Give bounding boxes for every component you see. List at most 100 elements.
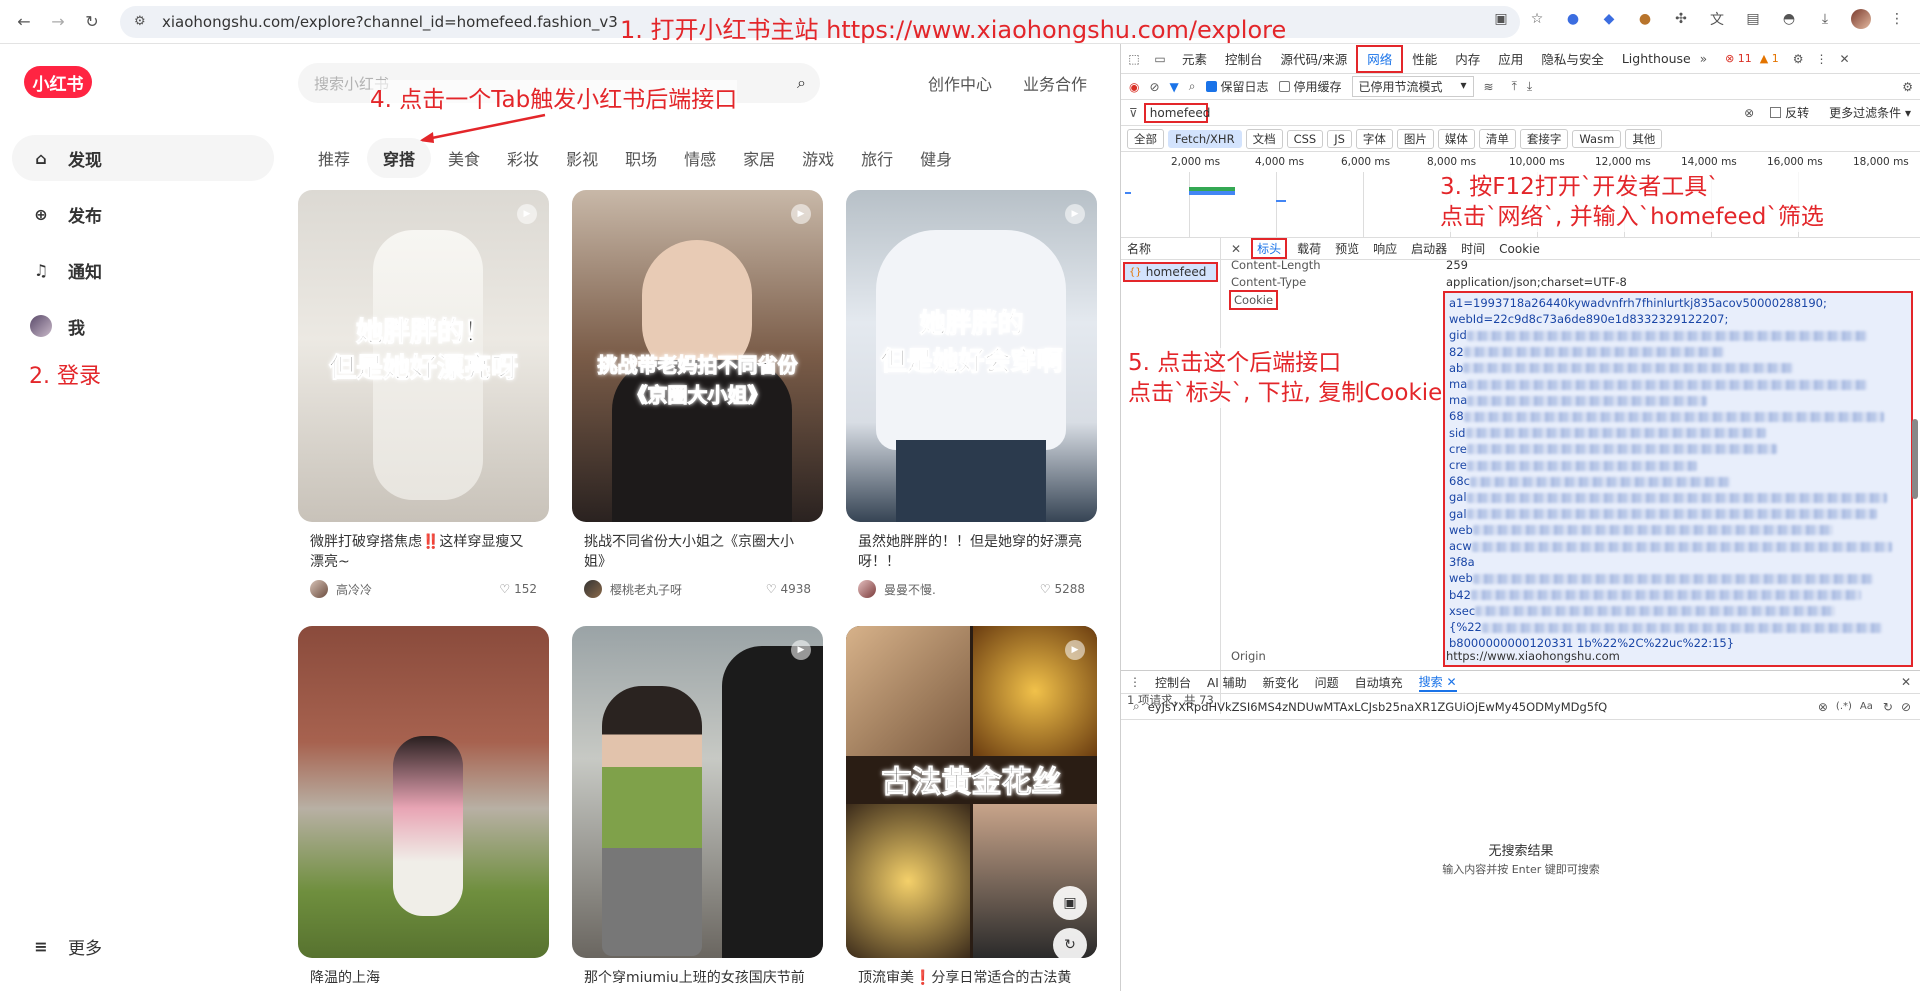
note-card[interactable]: 降温的上海 [298,626,549,1008]
tab-preview[interactable]: 预览 [1335,240,1359,257]
search-icon[interactable]: ⌕ [797,73,806,93]
device-toolbar-icon[interactable]: ▭ [1147,52,1173,66]
note-cover-image[interactable]: ▶ 她胖胖的 但是她好会穿啊 [846,190,1097,522]
filter-chip-wasm[interactable]: Wasm [1572,129,1622,148]
error-count[interactable]: ⊗ 11 [1725,52,1752,65]
note-card[interactable]: ▶ 挑战带老妈拍不同省份 《京圈大小姐》 挑战不同省份大小姐之《京圈大小姐》 樱… [572,190,823,598]
close-icon[interactable]: ✕ [1840,52,1850,66]
drawer-tab-autofill[interactable]: 自动填充 [1355,674,1403,691]
reload-icon[interactable]: ↻ [78,8,106,36]
tab-food[interactable]: 美食 [438,138,490,178]
tab-travel[interactable]: 旅行 [851,138,903,178]
filter-chip-other[interactable]: 其他 [1625,128,1663,149]
clear-search-icon[interactable]: ⊗ [1818,700,1828,714]
drawer-menu-icon[interactable]: ⋮ [1129,675,1141,689]
filter-chip-font[interactable]: 字体 [1355,128,1393,149]
note-card[interactable]: ▶ 她胖胖的！ 但是她好漂亮呀 微胖打破穿搭焦虑‼️这样穿显瘦又漂亮~ 高冷冷 … [298,190,549,598]
note-title[interactable]: 降温的上海 [298,968,549,1008]
author-name[interactable]: 樱桃老丸子呀 [610,581,682,598]
tab-privacy[interactable]: 隐私与安全 [1532,45,1613,73]
preserve-log-checkbox[interactable]: 保留日志 [1205,78,1269,95]
sidebar-item-me[interactable]: 我 [12,303,274,349]
tab-games[interactable]: 游戏 [792,138,844,178]
filter-chip-img[interactable]: 图片 [1396,128,1434,149]
bookmark-star-icon[interactable]: ☆ [1526,8,1548,30]
note-cover-image[interactable] [298,626,549,958]
drawer-tab-search[interactable]: 搜索 ✕ [1418,673,1457,692]
match-case-icon[interactable]: Aa [1860,701,1873,712]
filter-chip-media[interactable]: 媒体 [1437,128,1475,149]
note-title[interactable]: 微胖打破穿搭焦虑‼️这样穿显瘦又漂亮~ [298,532,549,572]
author-avatar[interactable] [858,580,876,598]
tab-emotion[interactable]: 情感 [674,138,726,178]
details-scrollbar[interactable] [1912,419,1918,499]
inspect-element-icon[interactable]: ⬚ [1121,52,1147,66]
more-filters-dropdown[interactable]: 更多过滤条件 ▾ [1829,104,1911,121]
tab-career[interactable]: 职场 [615,138,667,178]
warning-count[interactable]: ▲ 1 [1760,52,1779,65]
tab-movies[interactable]: 影视 [556,138,608,178]
note-title[interactable]: 那个穿miumiu上班的女孩国庆节前 [572,968,823,1008]
tab-fashion[interactable]: 穿搭 [367,138,432,178]
note-cover-image[interactable]: ▶ 她胖胖的！ 但是她好漂亮呀 [298,190,549,522]
note-title[interactable]: 虽然她胖胖的！！但是她穿的好漂亮呀！！ [846,532,1097,572]
reading-list-icon[interactable]: ▤ [1742,8,1764,30]
tab-memory[interactable]: 内存 [1446,45,1489,73]
download-icon[interactable]: ⤓ [1814,8,1836,30]
author-avatar[interactable] [310,580,328,598]
business-link[interactable]: 业务合作 [1023,71,1087,95]
sidebar-item-more[interactable]: ≡ 更多 [12,923,274,969]
note-cover-image[interactable]: ▶ 挑战带老妈拍不同省份 《京圈大小姐》 [572,190,823,522]
filter-chip-all[interactable]: 全部 [1127,128,1164,149]
clear-results-icon[interactable]: ⊘ [1901,700,1911,714]
tab-sources[interactable]: 源代码/来源 [1272,45,1357,73]
disable-cache-checkbox[interactable]: 停用缓存 [1278,78,1342,95]
note-card[interactable]: ▶ 那个穿miumiu上班的女孩国庆节前 [572,626,823,1008]
note-cover-image[interactable]: ▶ [572,626,823,958]
network-settings-icon[interactable]: ⚙ [1902,80,1913,94]
filter-chip-manifest[interactable]: 清单 [1478,128,1516,149]
filter-chip-fetch-xhr[interactable]: Fetch/XHR [1168,129,1242,148]
incognito-icon[interactable]: ◓ [1778,8,1800,30]
filter-icon[interactable]: ▼ [1170,80,1179,94]
like-button[interactable]: ♡ 152 [499,582,537,596]
note-title[interactable]: 挑战不同省份大小姐之《京圈大小姐》 [572,532,823,572]
drawer-tab-console[interactable]: 控制台 [1155,674,1191,691]
regex-toggle-icon[interactable]: (.*) [1836,701,1852,712]
filter-chip-css[interactable]: CSS [1286,129,1324,148]
close-details-icon[interactable]: ✕ [1231,242,1241,256]
tab-cookies[interactable]: Cookie [1499,242,1540,256]
note-card[interactable]: ▶ 古法黄金花丝 ▣ ↻ 顶流审美❗分享日常适合的古法黄 [846,626,1097,1008]
tab-home[interactable]: 家居 [733,138,785,178]
note-title[interactable]: 顶流审美❗分享日常适合的古法黄 [846,968,1097,1008]
tab-timing[interactable]: 时间 [1461,240,1485,257]
tab-application[interactable]: 应用 [1489,45,1532,73]
note-cover-image[interactable]: ▶ 古法黄金花丝 ▣ ↻ [846,626,1097,958]
image-search-icon[interactable]: ▣ [1053,886,1087,920]
drawer-tab-ai[interactable]: AI 辅助 [1207,674,1247,691]
wifi-icon[interactable]: ≋ [1484,80,1494,94]
profile-avatar[interactable] [1850,8,1872,30]
filter-chip-ws[interactable]: 套接字 [1519,128,1569,149]
note-card[interactable]: ▶ 她胖胖的 但是她好会穿啊 虽然她胖胖的！！但是她穿的好漂亮呀！！ 曼曼不慢.… [846,190,1097,598]
forward-icon[interactable]: → [44,8,72,36]
drawer-search-input[interactable]: eyJsYXRpdHVkZSI6MS4zNDUwMTAxLCJsb25naXR1… [1148,700,1607,714]
tab-headers[interactable]: 标头 [1251,238,1288,259]
extension-icon[interactable]: ◆ [1598,8,1620,30]
refresh-search-icon[interactable]: ↻ [1883,700,1893,714]
menu-icon[interactable]: ⋮ [1886,8,1908,30]
like-button[interactable]: ♡ 4938 [766,582,811,596]
sidebar-item-discover[interactable]: ⌂ 发现 [12,135,274,181]
request-row-homefeed[interactable]: {} homefeed [1123,262,1218,282]
author-name[interactable]: 高冷冷 [336,581,372,598]
author-name[interactable]: 曼曼不慢. [884,581,936,598]
sidebar-item-publish[interactable]: ⊕ 发布 [12,191,274,237]
site-info-icon[interactable]: ⚙ [134,14,150,30]
drawer-tab-whats-new[interactable]: 新变化 [1263,674,1299,691]
tab-performance[interactable]: 性能 [1403,45,1446,73]
author-avatar[interactable] [584,580,602,598]
filter-chip-js[interactable]: JS [1327,129,1352,148]
export-icon[interactable]: ⤓ [1527,79,1532,94]
tab-initiator[interactable]: 启动器 [1411,240,1447,257]
clear-filter-icon[interactable]: ⊗ [1744,106,1754,120]
